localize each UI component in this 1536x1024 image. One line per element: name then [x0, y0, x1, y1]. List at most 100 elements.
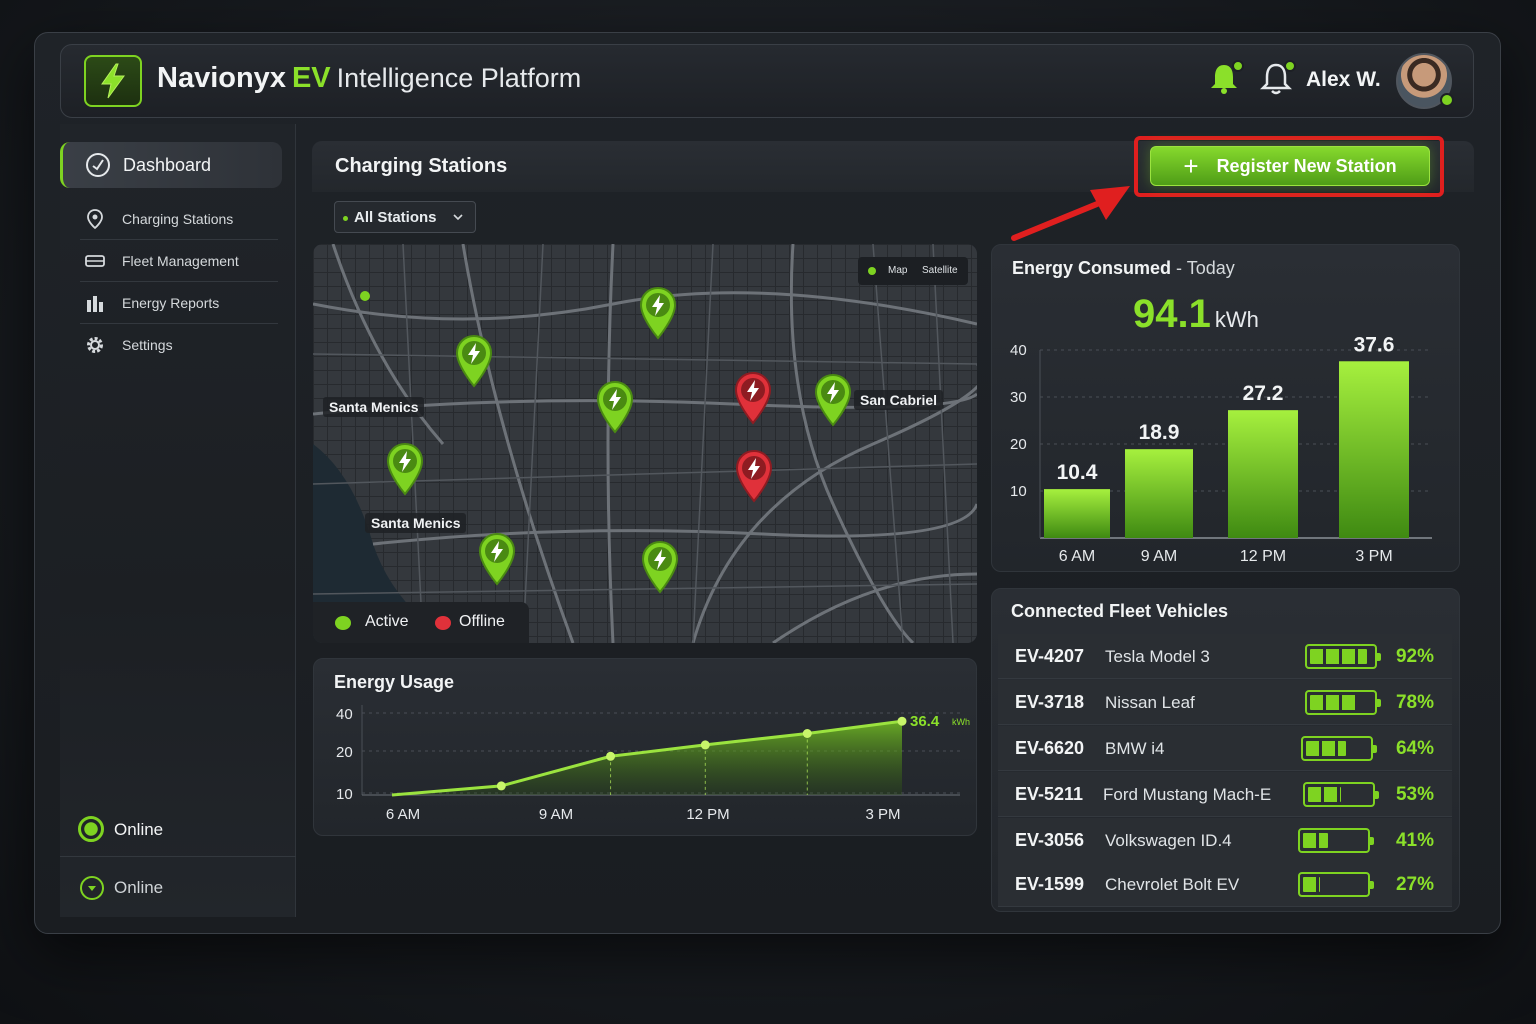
x-tick-label: 9 AM	[539, 806, 573, 823]
bar	[1044, 489, 1110, 538]
battery-cap	[1373, 745, 1377, 753]
sidebar-item-label: Fleet Management	[122, 253, 239, 269]
x-tick-label: 12 PM	[686, 806, 729, 823]
battery-percent: 41%	[1395, 830, 1434, 851]
sidebar-item-label: Charging Stations	[122, 211, 234, 227]
vehicle-id: EV-3056	[1015, 830, 1085, 850]
sidebar-item-charging-stations[interactable]: Charging Stations	[80, 198, 278, 240]
bar	[1125, 449, 1193, 538]
notification-dot	[1232, 60, 1244, 72]
bar	[1228, 410, 1298, 538]
sidebar-item-dashboard[interactable]: Dashboard	[60, 142, 282, 188]
map-city-label: Santa Menics	[365, 513, 467, 533]
station-pin-active-icon[interactable]	[638, 286, 678, 340]
bar-value-label: 27.2	[1243, 382, 1284, 405]
fleet-row[interactable]: EV-3718 Nissan Leaf 78%	[998, 680, 1452, 725]
battery-cap	[1375, 791, 1379, 799]
vehicle-model: Tesla Model 3	[1105, 647, 1210, 666]
avatar-online-dot	[1440, 93, 1454, 107]
toggle-map[interactable]: Map	[888, 265, 907, 276]
station-pin-offline-icon[interactable]	[733, 371, 773, 425]
register-new-station-button[interactable]: + Register New Station	[1150, 146, 1430, 186]
legend-offline-label: Offline	[459, 613, 505, 630]
fleet-row[interactable]: EV-1599 Chevrolet Bolt EV 27%	[998, 862, 1452, 907]
data-point	[496, 781, 506, 791]
sidebar-item-label: Dashboard	[123, 155, 212, 175]
station-pin-offline-icon[interactable]	[734, 449, 774, 503]
vehicle-model: Chevrolet Bolt EV	[1105, 875, 1240, 894]
x-tick-label: 6 AM	[1059, 548, 1095, 565]
filter-dot	[343, 216, 348, 221]
station-pin-active-icon[interactable]	[640, 540, 680, 594]
alerts-bell-button[interactable]	[1259, 60, 1296, 96]
location-pin-icon	[87, 209, 103, 230]
battery-fill	[1308, 787, 1341, 802]
battery-icon	[1305, 690, 1381, 715]
battery-cap	[1377, 699, 1381, 707]
vehicle-model: BMW i4	[1105, 739, 1165, 758]
legend-active-swatch	[335, 616, 351, 630]
map-legend: Active Offline	[313, 602, 529, 643]
data-point	[897, 716, 907, 726]
fleet-row[interactable]: EV-4207 Tesla Model 3 92%	[998, 634, 1452, 679]
bar-value-label: 10.4	[1057, 461, 1098, 484]
battery-percent: 64%	[1395, 738, 1434, 759]
battery-percent: 27%	[1395, 874, 1434, 895]
map-view-toggle[interactable]: Map Satellite	[858, 257, 968, 285]
brand-title: Navionyx EV Intelligence Platform	[157, 62, 581, 95]
x-tick-label: 3 PM	[1355, 548, 1392, 565]
station-filter-select[interactable]: All Stations	[334, 201, 476, 233]
bar	[1339, 361, 1409, 538]
sidebar-item-energy-reports[interactable]: Energy Reports	[80, 282, 278, 324]
brand-suffix: Intelligence Platform	[336, 63, 582, 93]
y-tick-label: 20	[1010, 436, 1027, 453]
x-tick-label: 6 AM	[386, 806, 420, 823]
battery-icon	[1303, 782, 1379, 807]
status-online-icon	[78, 816, 104, 842]
x-tick-label: 12 PM	[1240, 548, 1286, 565]
fleet-row[interactable]: EV-6620 BMW i4 64%	[998, 726, 1452, 771]
battery-fill	[1310, 695, 1359, 710]
battery-percent: 53%	[1395, 784, 1434, 805]
alert-dot	[1284, 60, 1296, 72]
car-icon	[85, 255, 105, 267]
logo[interactable]	[84, 55, 142, 107]
map-city-label: San Cabriel	[854, 390, 944, 410]
battery-fill	[1306, 741, 1346, 756]
y-tick-label: 10	[336, 786, 353, 803]
bar-value-label: 37.6	[1354, 333, 1395, 356]
user-name[interactable]: Alex W.	[1306, 68, 1381, 92]
sidebar-item-fleet-management[interactable]: Fleet Management	[80, 240, 278, 282]
battery-icon	[1298, 828, 1374, 853]
station-pin-active-icon[interactable]	[813, 373, 853, 427]
notification-bell-button[interactable]	[1208, 60, 1244, 96]
battery-fill	[1303, 833, 1329, 848]
battery-icon	[1301, 736, 1377, 761]
station-pin-active-icon[interactable]	[477, 532, 517, 586]
energy-consumed-title: Energy Consumed - Today	[1012, 258, 1235, 279]
register-button-label: Register New Station	[1216, 155, 1397, 176]
battery-cap	[1370, 881, 1374, 889]
toggle-satellite[interactable]: Satellite	[922, 265, 958, 276]
map-city-label: Santa Menics	[323, 397, 425, 417]
battery-icon	[1305, 644, 1381, 669]
x-tick-label: 3 PM	[865, 806, 900, 823]
legend-active-label: Active	[365, 613, 409, 630]
station-pin-active-icon[interactable]	[595, 380, 635, 434]
sidebar-item-settings[interactable]: Settings	[80, 324, 278, 366]
energy-consumed-heading: Energy Consumed	[1012, 258, 1172, 278]
annotation-arrow-icon	[1011, 186, 1130, 241]
sidebar-item-label: Energy Reports	[122, 295, 220, 311]
station-pin-active-icon[interactable]	[385, 442, 425, 496]
plus-icon: +	[1183, 151, 1199, 181]
fleet-vehicles-title: Connected Fleet Vehicles	[1011, 601, 1229, 621]
page-title: Charging Stations	[335, 155, 508, 177]
fleet-row[interactable]: EV-5211 Ford Mustang Mach-E 53%	[998, 772, 1452, 817]
data-point	[700, 740, 710, 750]
vehicle-id: EV-1599	[1015, 874, 1085, 894]
battery-cap	[1370, 837, 1374, 845]
station-pin-active-icon[interactable]	[454, 334, 494, 388]
fleet-row[interactable]: EV-3056 Volkswagen ID.4 41%	[998, 818, 1452, 863]
vehicle-id: EV-5211	[1015, 784, 1084, 804]
filter-value: All Stations	[354, 209, 437, 226]
